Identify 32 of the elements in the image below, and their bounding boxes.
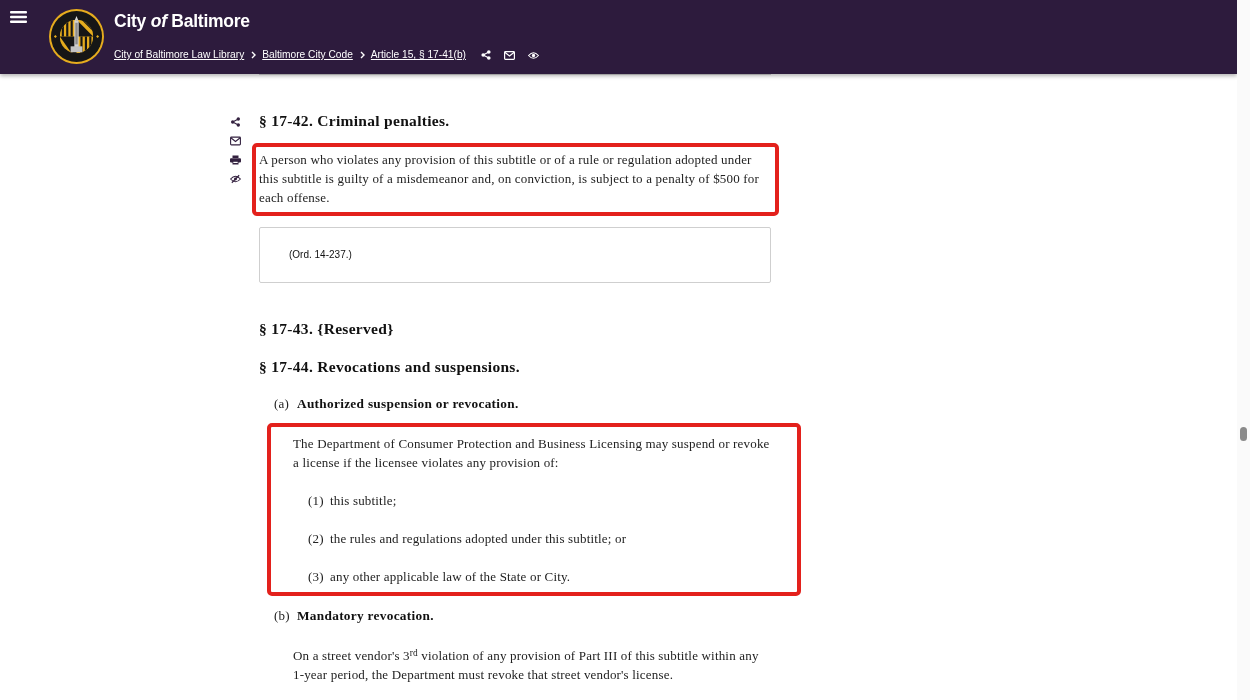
paragraph: The Department of Consumer Protection and Business Licensing may suspend or revoke a license if the licensee violates any provision of:	[293, 435, 771, 472]
eye-icon[interactable]	[527, 50, 539, 60]
scrollbar-thumb[interactable]	[1240, 427, 1247, 441]
subsection-title: Authorized suspension or revocation.	[297, 395, 519, 413]
mail-icon[interactable]	[229, 136, 241, 146]
menu-icon[interactable]	[10, 11, 27, 23]
subsection-label: (b)	[274, 607, 291, 625]
subsection-label: (a)	[274, 395, 290, 413]
breadcrumb-link[interactable]: Article 15, § 17-41(b)	[370, 48, 466, 62]
site-title[interactable]: City of Baltimore	[114, 10, 250, 32]
list-item-text: any other applicable law of the State or City.	[330, 568, 571, 586]
section-heading: § 17-43. {Reserved}	[259, 319, 395, 339]
paragraph: A person who violates any provision of this subtitle or of a rule or regulation adopted under this subtitle is guilty of a misdemeanor and, on conviction, is subject to a penalty of $500 for each offense.	[259, 151, 760, 207]
city-seal-logo[interactable]	[49, 9, 104, 64]
chevron-right-icon	[251, 51, 257, 59]
subsection-title: Mandatory revocation.	[297, 607, 434, 625]
breadcrumb-link[interactable]: City of Baltimore Law Library	[114, 48, 245, 62]
list-item-label: (1)	[308, 492, 325, 510]
eye-slash-icon[interactable]	[229, 174, 241, 184]
history-note: (Ord. 14-237.)	[289, 248, 352, 262]
share-icon[interactable]	[229, 117, 241, 127]
list-item-label: (2)	[308, 530, 325, 548]
paragraph: On a street vendor's 3$^{rd}$ violation of any provision of Part III of this subtitle within any 1-year period, the Department must revoke that street vendor's license.	[293, 646, 760, 684]
list-item-text: the rules and regulations adopted under this subtitle; or	[330, 530, 627, 548]
list-item-text: this subtitle;	[330, 492, 397, 510]
section-heading: § 17-42. Criminal penalties.	[259, 111, 451, 131]
section-heading: § 17-44. Revocations and suspensions.	[259, 357, 521, 377]
list-item-label: (3)	[308, 568, 325, 586]
chevron-right-icon	[359, 51, 365, 59]
share-icon[interactable]	[480, 50, 491, 60]
print-icon[interactable]	[229, 155, 241, 165]
breadcrumb-link[interactable]: Baltimore City Code	[262, 48, 353, 62]
